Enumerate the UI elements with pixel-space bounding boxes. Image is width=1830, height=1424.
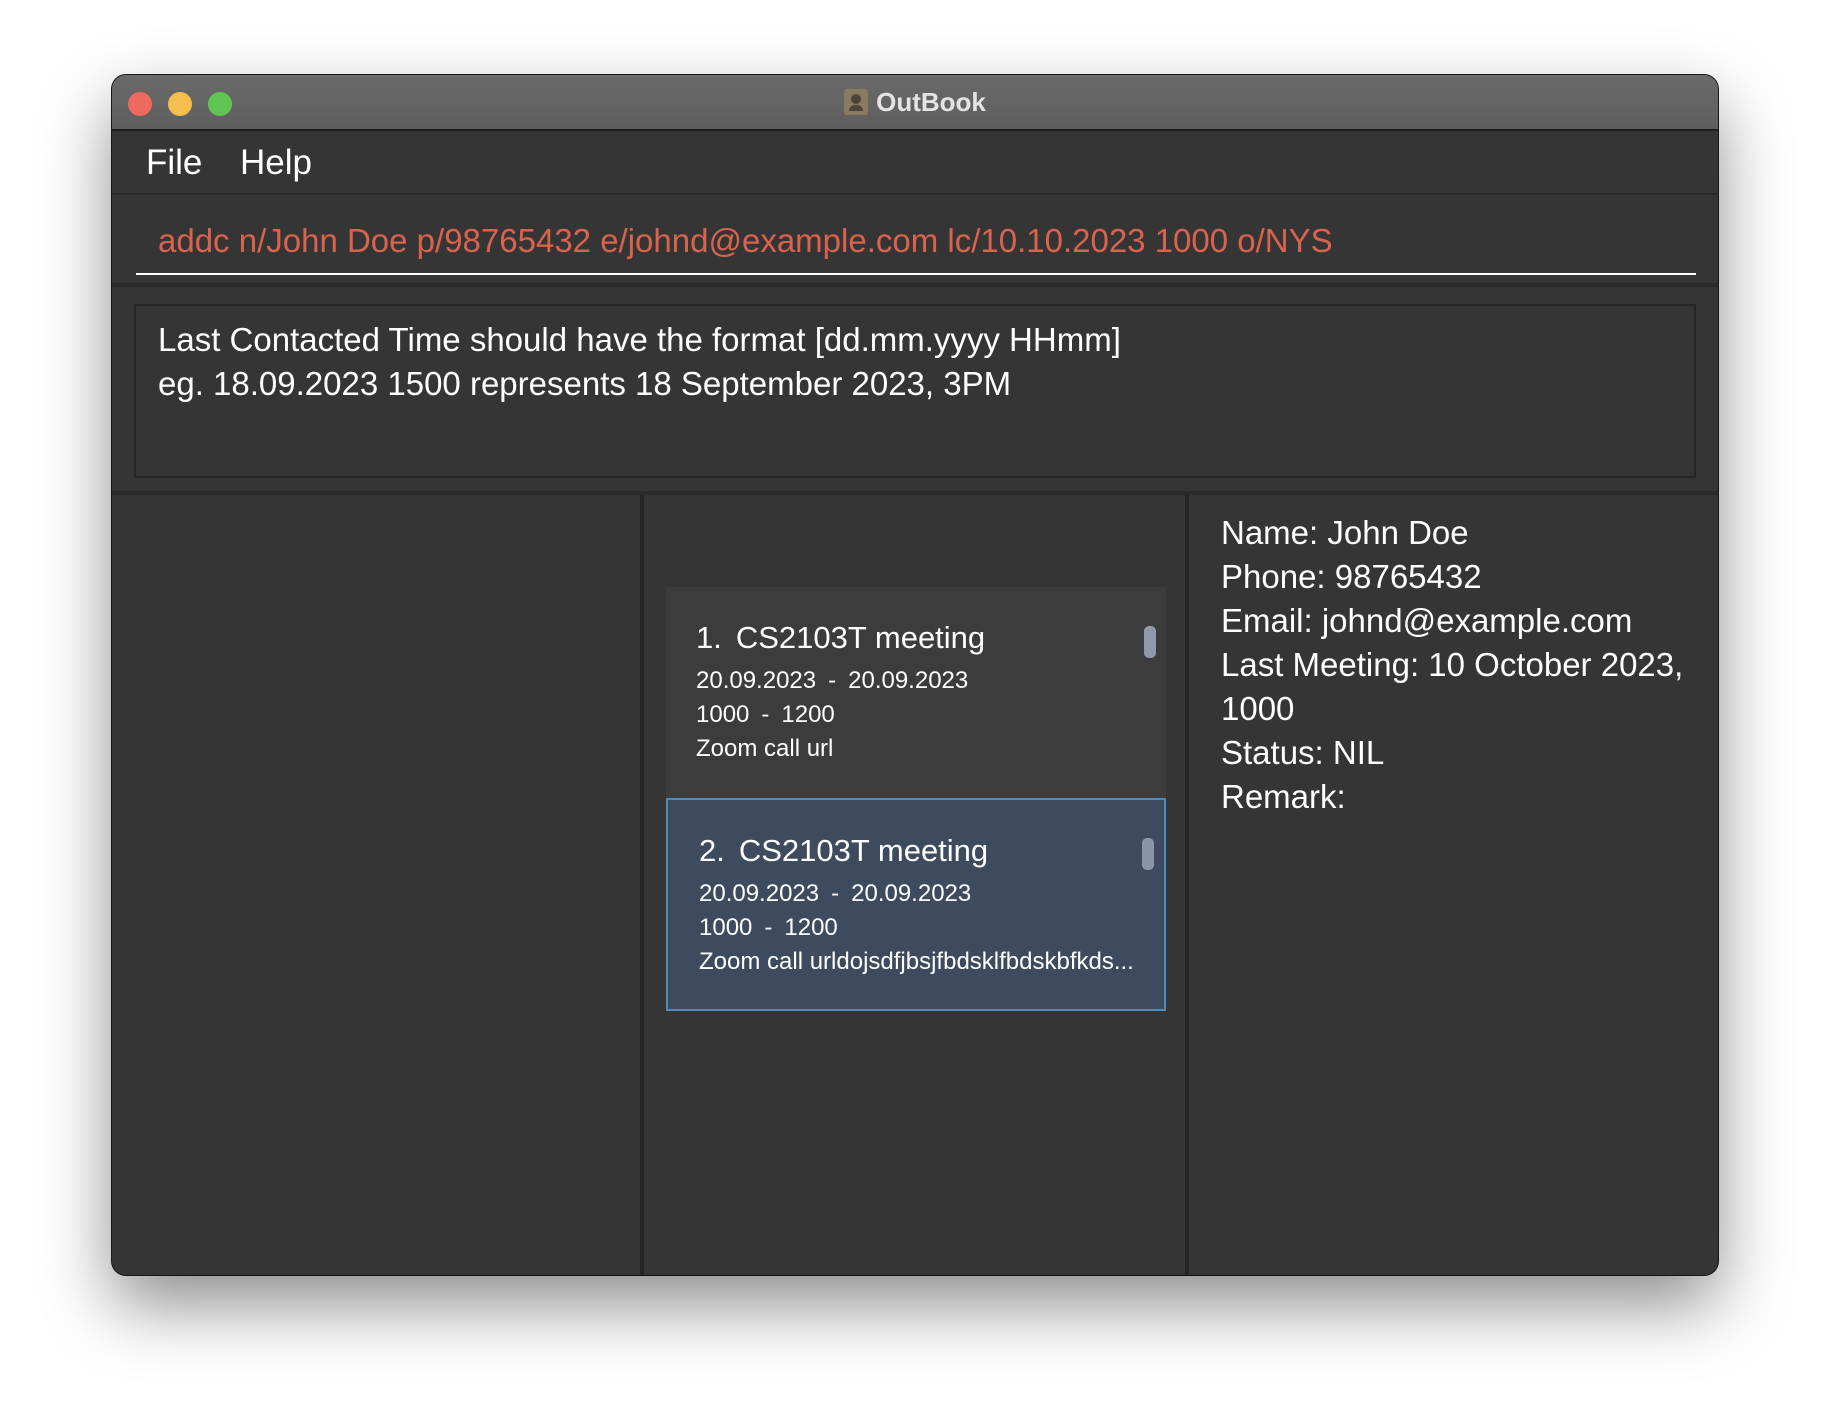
meeting-list-panel[interactable]: 1. CS2103T meeting 20.09.2023-20.09.2023 … bbox=[644, 495, 1185, 1275]
detail-panel: Name: John Doe Phone: 98765432 Email: jo… bbox=[1189, 495, 1718, 1275]
detail-status: Status: NIL bbox=[1221, 734, 1385, 771]
menu-help[interactable]: Help bbox=[240, 143, 312, 183]
range-separator: - bbox=[831, 880, 840, 907]
meeting-index: 1. bbox=[696, 620, 722, 655]
meeting-time-range: 1000-1200 bbox=[699, 914, 838, 942]
menu-bar: File Help bbox=[112, 131, 1718, 195]
meeting-end-date: 20.09.2023 bbox=[851, 880, 972, 907]
meeting-index: 2. bbox=[699, 833, 725, 868]
result-line-1: Last Contacted Time should have the form… bbox=[158, 321, 1121, 358]
result-line-2: eg. 18.09.2023 1500 represents 18 Septem… bbox=[158, 365, 1012, 402]
title-bar[interactable]: OutBook bbox=[112, 75, 1718, 131]
meeting-title: 1. CS2103T meeting bbox=[696, 620, 985, 656]
detail-email: Email: johnd@example.com bbox=[1221, 602, 1633, 639]
meeting-date-range: 20.09.2023-20.09.2023 bbox=[699, 880, 971, 908]
card-scrollbar[interactable] bbox=[1144, 626, 1156, 658]
detail-phone: Phone: 98765432 bbox=[1221, 558, 1482, 595]
meeting-start-date: 20.09.2023 bbox=[699, 880, 820, 907]
command-box bbox=[112, 195, 1718, 287]
meeting-card-selected[interactable]: 2. CS2103T meeting 20.09.2023-20.09.2023 … bbox=[666, 798, 1166, 1011]
meeting-start-time: 1000 bbox=[699, 914, 753, 941]
range-separator: - bbox=[761, 701, 770, 728]
meeting-title-text: CS2103T meeting bbox=[735, 620, 986, 655]
meeting-title: 2. CS2103T meeting bbox=[699, 833, 988, 869]
meeting-location: Zoom call url bbox=[696, 735, 834, 762]
detail-name: Name: John Doe bbox=[1221, 514, 1469, 551]
meeting-date-range: 20.09.2023-20.09.2023 bbox=[696, 667, 968, 695]
window-title-group: OutBook bbox=[112, 75, 1718, 129]
range-separator: - bbox=[764, 914, 773, 941]
detail-last-meeting: Last Meeting: 10 October 2023, 1000 bbox=[1221, 646, 1684, 727]
meeting-card[interactable]: 1. CS2103T meeting 20.09.2023-20.09.2023 … bbox=[666, 587, 1166, 798]
range-separator: - bbox=[828, 667, 837, 694]
app-window: OutBook File Help Last Contacted Time sh… bbox=[112, 75, 1718, 1275]
meeting-start-date: 20.09.2023 bbox=[696, 667, 817, 694]
command-input[interactable] bbox=[136, 209, 1696, 275]
meeting-start-time: 1000 bbox=[696, 701, 750, 728]
menu-file[interactable]: File bbox=[146, 143, 202, 183]
meeting-end-date: 20.09.2023 bbox=[848, 667, 969, 694]
detail-remark: Remark: bbox=[1221, 778, 1346, 815]
meeting-end-time: 1200 bbox=[781, 701, 835, 728]
contact-list-panel[interactable] bbox=[112, 495, 640, 1275]
meeting-time-range: 1000-1200 bbox=[696, 701, 835, 729]
meeting-end-time: 1200 bbox=[784, 914, 838, 941]
contact-book-icon bbox=[844, 89, 869, 115]
result-display: Last Contacted Time should have the form… bbox=[134, 304, 1696, 478]
meeting-title-text: CS2103T meeting bbox=[738, 833, 989, 868]
meeting-location: Zoom call urldojsdfjbsjfbdsklfbdskbfkds.… bbox=[699, 948, 1134, 975]
window-title: OutBook bbox=[876, 86, 986, 117]
card-scrollbar[interactable] bbox=[1142, 838, 1154, 870]
